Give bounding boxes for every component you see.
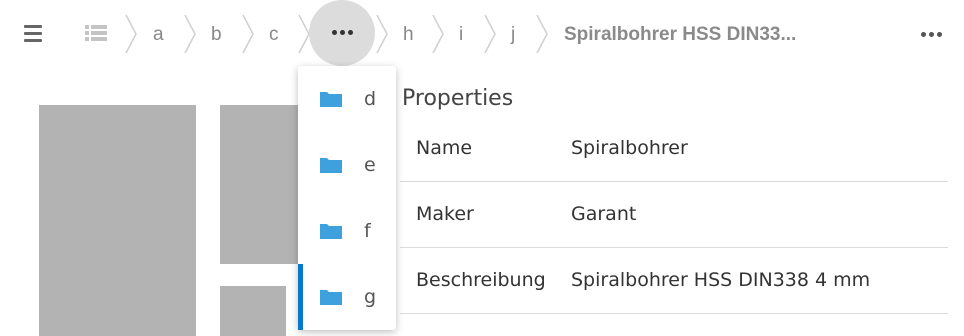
property-row: Name Spiralbohrer [400,115,948,182]
breadcrumb-overflow-menu: d e f g [298,66,396,330]
property-value: Spiralbohrer [571,137,688,159]
menu-item-f[interactable]: f [298,198,396,264]
menu-item-label: e [364,154,376,176]
property-key: Maker [416,203,474,225]
property-value: Spiralbohrer HSS DIN338 4 mm [571,269,871,291]
thumbnail-placeholder[interactable] [220,286,286,336]
folder-icon [320,158,342,173]
breadcrumb-item[interactable]: b [211,20,222,50]
menu-item-label: f [364,220,371,242]
breadcrumb-item[interactable]: h [403,20,414,50]
folder-icon [320,290,342,305]
chevron-right-icon [125,14,137,54]
property-row: Maker Garant [400,181,948,248]
menu-item-label: d [364,88,377,110]
breadcrumb-item[interactable]: i [459,20,463,50]
breadcrumb-bar: a b c h i j Spiralbohrer HSS DIN33... [0,0,964,68]
page: a b c h i j Spiralbohrer HSS DIN33... Pr… [0,0,964,336]
property-value: Garant [571,203,637,225]
breadcrumb-overflow-button[interactable] [309,0,375,66]
thumbnail-placeholder[interactable] [39,105,196,336]
chevron-right-icon [432,14,444,54]
chevron-right-icon [184,14,196,54]
property-key: Name [416,137,473,159]
menu-item-label: g [364,286,377,308]
breadcrumb-item[interactable]: j [511,20,515,50]
property-row: Beschreibung Spiralbohrer HSS DIN338 4 m… [400,247,948,314]
property-key: Beschreibung [416,269,546,291]
folder-icon [320,224,342,239]
menu-item-g[interactable]: g [298,264,396,330]
properties-title: Properties [402,86,514,111]
breadcrumb-item[interactable]: c [269,20,279,50]
chevron-right-icon [242,14,254,54]
chevron-right-icon [536,14,548,54]
more-actions-button[interactable] [918,24,948,44]
breadcrumb-current: Spiralbohrer HSS DIN33... [564,24,797,45]
chevron-right-icon [376,14,388,54]
hamburger-icon[interactable] [22,23,44,45]
chevron-right-icon [484,14,496,54]
menu-item-d[interactable]: d [298,66,396,132]
folder-icon [320,92,342,107]
menu-item-e[interactable]: e [298,132,396,198]
more-horizontal-icon [332,30,353,35]
more-horizontal-icon [921,32,942,37]
breadcrumb-item[interactable]: a [153,20,164,50]
list-view-icon[interactable] [84,24,108,42]
